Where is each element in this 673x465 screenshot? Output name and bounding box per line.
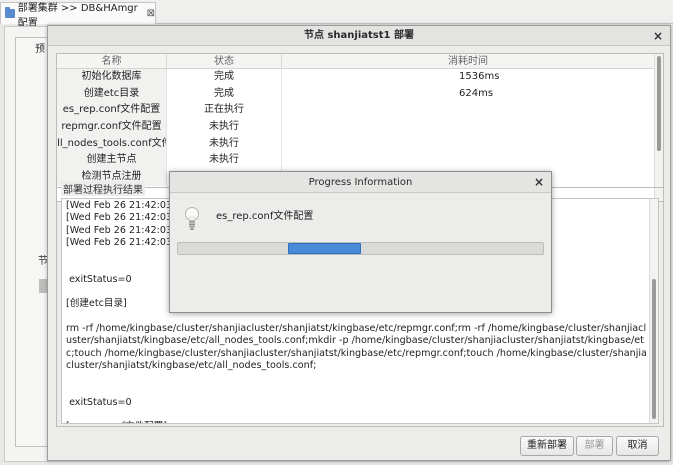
col-header-status[interactable]: 状态: [167, 54, 282, 69]
step-name: repmgr.conf文件配置: [57, 119, 167, 136]
progress-close-icon[interactable]: ×: [534, 172, 544, 193]
step-status: 正在执行: [167, 102, 282, 120]
dialog-close-icon[interactable]: ×: [653, 26, 663, 46]
log-scrollbar[interactable]: [649, 199, 658, 423]
editor-tab[interactable]: 部署集群 >> DB&HAmgr配置 ⊠: [0, 2, 156, 29]
step-time: [282, 102, 655, 120]
step-time: [282, 152, 655, 170]
step-status: 完成: [167, 85, 282, 103]
lightbulb-icon: [185, 207, 199, 230]
editor-tab-bar: 部署集群 >> DB&HAmgr配置 ⊠: [0, 0, 673, 29]
step-name: all_nodes_tools.conf文件配置: [57, 135, 167, 153]
step-time: [282, 135, 655, 153]
table-row[interactable]: all_nodes_tools.conf文件配置 未执行: [57, 135, 655, 153]
step-name: 创建etc目录: [57, 85, 167, 103]
steps-table-header: 名称 状态 消耗时间: [57, 54, 655, 69]
table-row[interactable]: 创建主节点 未执行: [57, 152, 655, 170]
steps-table-body: 初始化数据库 完成 1536ms 创建etc目录 完成 624ms es_rep…: [57, 69, 655, 186]
progress-dialog: Progress Information × es_rep.conf文件配置: [169, 171, 552, 313]
deploy-button[interactable]: 部署: [576, 436, 613, 456]
editor-label-fragment: 预: [35, 44, 45, 55]
col-header-name[interactable]: 名称: [57, 54, 167, 69]
table-row[interactable]: 创建etc目录 完成 624ms: [57, 85, 655, 103]
progress-title: Progress Information: [170, 172, 551, 193]
table-row[interactable]: 初始化数据库 完成 1536ms: [57, 69, 655, 86]
tab-close-icon[interactable]: ⊠: [147, 8, 155, 19]
progress-bar: [177, 242, 544, 255]
table-scrollbar[interactable]: [654, 54, 663, 201]
folder-icon: [5, 7, 15, 18]
step-status: 完成: [167, 69, 282, 86]
step-name: 创建主节点: [57, 152, 167, 170]
step-time: 1536ms: [282, 69, 655, 86]
redeploy-button[interactable]: 重新部署: [520, 436, 574, 456]
step-time: 624ms: [282, 85, 655, 103]
log-group-title: 部署过程执行结果: [61, 181, 145, 196]
dialog-title: 节点 shanjiatst1 部署: [48, 26, 670, 46]
cancel-button[interactable]: 取消: [616, 436, 659, 456]
log-scrollbar-thumb[interactable]: [652, 279, 656, 419]
step-status: 未执行: [167, 152, 282, 170]
progress-message: es_rep.conf文件配置: [216, 211, 314, 222]
step-status: 未执行: [167, 135, 282, 153]
step-name: es_rep.conf文件配置: [57, 102, 167, 120]
step-name: 初始化数据库: [57, 69, 167, 86]
table-row[interactable]: repmgr.conf文件配置 未执行: [57, 119, 655, 136]
step-status: 未执行: [167, 119, 282, 136]
col-header-time[interactable]: 消耗时间: [282, 54, 655, 69]
table-row[interactable]: es_rep.conf文件配置 正在执行: [57, 102, 655, 120]
table-scrollbar-thumb[interactable]: [657, 56, 661, 151]
progress-bar-fill: [288, 243, 361, 254]
step-time: [282, 119, 655, 136]
